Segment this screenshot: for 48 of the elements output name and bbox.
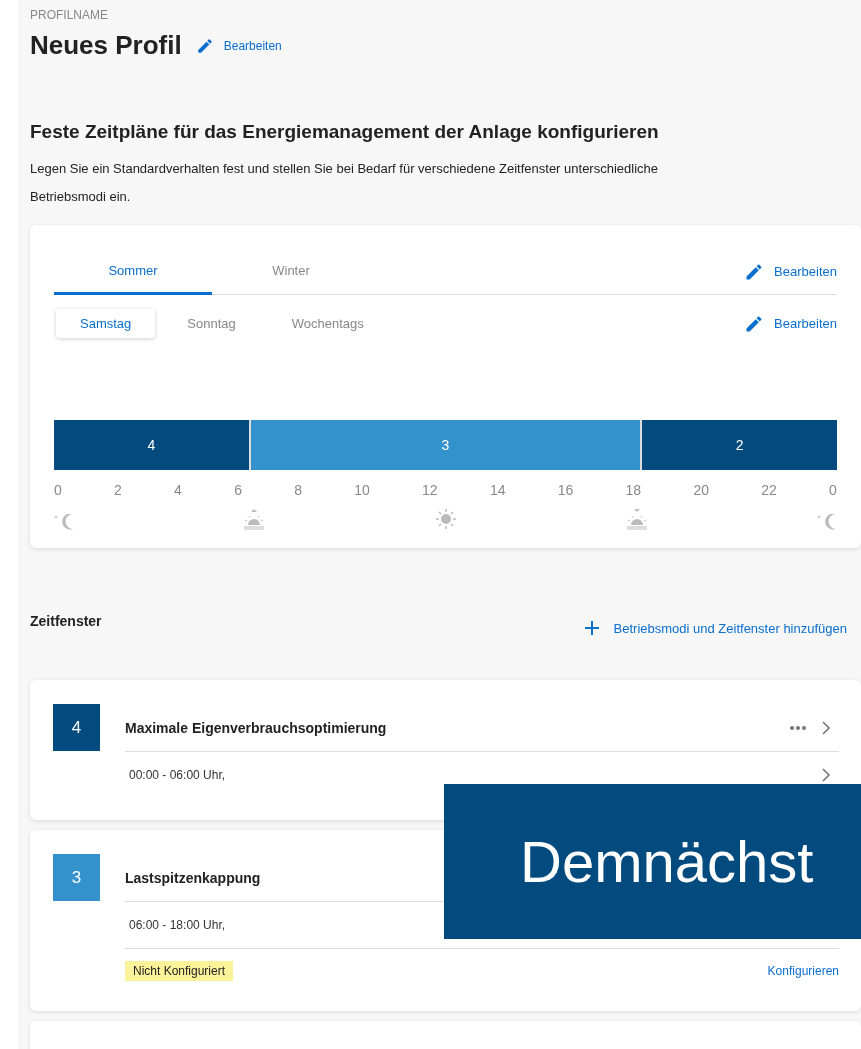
more-button[interactable] <box>789 724 807 731</box>
pencil-icon <box>195 36 214 55</box>
time-range: 00:00 - 06:00 Uhr, <box>129 768 226 782</box>
mode-title: Lastspitzenkappung <box>125 869 262 886</box>
hour-tick: 12 <box>422 482 438 498</box>
chevron-right-icon[interactable] <box>821 720 831 735</box>
mode-title: Maximale Eigenverbrauchsoptimierung <box>125 719 388 736</box>
hour-tick: 20 <box>693 482 709 498</box>
plus-icon <box>583 620 600 636</box>
timeline-segment[interactable]: 4 <box>54 420 249 470</box>
hour-tick: 8 <box>294 482 302 498</box>
hour-tick: 0 <box>829 482 837 498</box>
hour-tick: 10 <box>354 482 370 498</box>
sun-icon <box>434 508 457 530</box>
season-tab[interactable]: Winter <box>212 249 370 295</box>
day-tab[interactable]: Samstag <box>56 309 156 338</box>
edit-button[interactable]: Bearbeiten <box>195 36 282 55</box>
season-tab[interactable]: Sommer <box>54 249 212 295</box>
coming-soon-banner: Demnächst <box>444 784 861 939</box>
section-heading: Feste Zeitpläne für das Energiemanagement der Anlage konfigurieren <box>30 121 660 143</box>
status-badge: Nicht Konfiguriert <box>125 961 234 981</box>
edit-button[interactable]: Bearbeiten <box>744 261 837 282</box>
hour-tick: 22 <box>761 482 777 498</box>
timeline-segment[interactable]: 2 <box>642 420 837 470</box>
profile-caption: PROFILNAME <box>30 8 109 22</box>
hour-tick: 0 <box>54 482 62 498</box>
mode-number: 3 <box>53 854 100 901</box>
hour-tick: 2 <box>114 482 122 498</box>
section-heading: Zeitfenster <box>30 613 102 629</box>
time-range: 06:00 - 18:00 Uhr, <box>129 918 226 932</box>
profile-name: Neues Profil <box>30 30 182 61</box>
hour-tick: 16 <box>557 482 574 498</box>
hour-tick: 4 <box>174 482 182 498</box>
edit-button[interactable]: Bearbeiten <box>744 313 837 334</box>
sunrise-icon <box>242 508 267 530</box>
sunset-icon <box>624 508 649 530</box>
day-tab[interactable]: Wochentags <box>267 309 388 338</box>
hour-tick: 6 <box>234 482 242 498</box>
configure-link[interactable]: Konfigurieren <box>767 964 839 978</box>
section-description: Legen Sie ein Standardverhalten fest und stellen Sie bei Bedarf für verschiedene Zeitfenster unterschiedliche Betriebsmodi ein. <box>30 160 659 206</box>
day-tab[interactable]: Sonntag <box>163 309 260 338</box>
hour-tick: 18 <box>625 482 642 498</box>
chevron-right-icon[interactable] <box>821 768 831 782</box>
add-button[interactable]: Betriebsmodi und Zeitfenster hinzufügen <box>583 620 847 636</box>
mode-number: 4 <box>53 704 100 751</box>
timeline-segment[interactable]: 3 <box>250 420 641 470</box>
more-icon <box>789 724 807 731</box>
hour-tick: 14 <box>489 482 506 498</box>
